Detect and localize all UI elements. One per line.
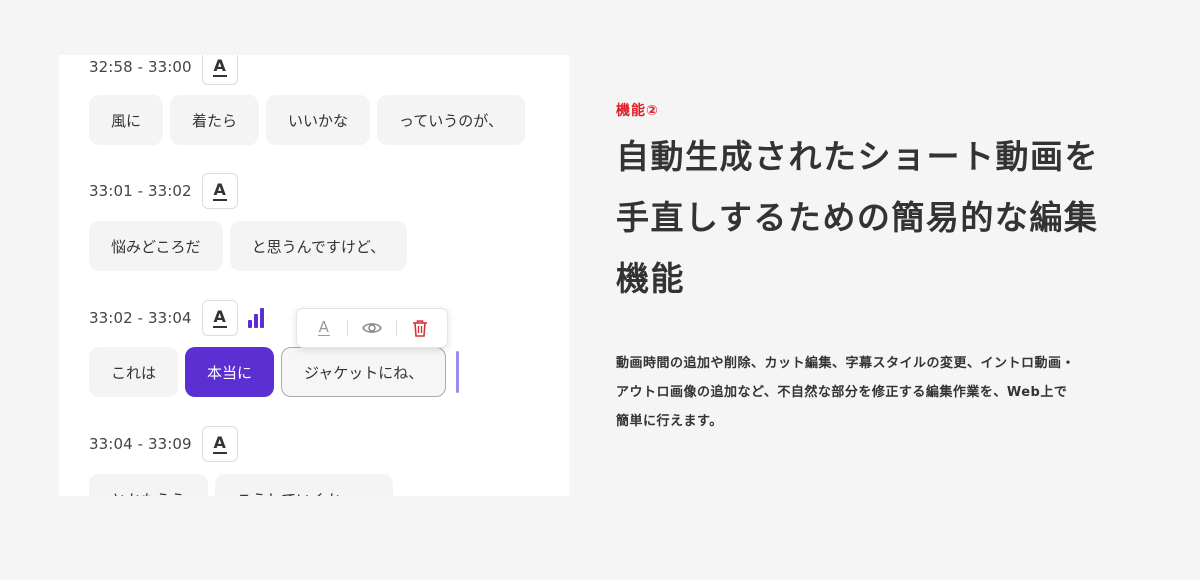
word-chip[interactable]: 風に <box>89 95 164 145</box>
word-chip[interactable]: 悩みどころだ <box>89 221 223 271</box>
text-style-icon: A <box>212 306 227 328</box>
text-style-icon: A <box>212 55 227 77</box>
word-chip[interactable]: とかもうう <box>89 474 208 496</box>
word-chip[interactable]: と思うんですけど、 <box>229 221 408 271</box>
audio-level-icon <box>247 308 264 328</box>
text-style-icon: A <box>212 432 227 454</box>
eye-icon <box>362 323 382 333</box>
body-line: アウトロ画像の追加など、不自然な部分を修正する編集作業を、Web上で <box>616 385 1068 400</box>
word-chip[interactable]: こうしていくか、… <box>214 474 393 496</box>
text-style-toolbar-button[interactable]: A <box>306 313 342 343</box>
subtitle-editor-panel: 32:58 - 33:00 A 風に 着たら いいかな っていうのが、 33:0… <box>59 55 569 496</box>
word-chip[interactable]: いいかな <box>266 95 371 145</box>
subtitle-segment: 32:58 - 33:00 A 風に 着たら いいかな っていうのが、 <box>89 55 549 145</box>
subtitle-segment: 33:04 - 33:09 A とかもうう こうしていくか、… <box>89 426 549 496</box>
segment-time-range: 33:04 - 33:09 <box>89 435 192 453</box>
headline-line: 自動生成されたショート動画を <box>616 137 1099 176</box>
feature-tag: 機能② <box>616 103 659 119</box>
delete-button[interactable] <box>402 313 438 343</box>
body-line: 動画時間の追加や削除、カット編集、字幕スタイルの変更、イントロ動画・ <box>616 356 1076 371</box>
headline-line: 手直しするための簡易的な編集 <box>616 198 1099 237</box>
text-style-button[interactable]: A <box>201 426 238 462</box>
word-chip[interactable]: っていうのが、 <box>377 95 525 145</box>
word-chip[interactable]: 着たら <box>170 95 260 145</box>
segment-time-range: 33:02 - 33:04 <box>89 309 192 327</box>
word-chip-editing[interactable]: ジャケットにね、 <box>281 347 447 397</box>
body-line: 簡単に行えます。 <box>616 414 723 429</box>
segment-time-range: 33:01 - 33:02 <box>89 182 192 200</box>
text-style-icon: A <box>212 179 227 201</box>
text-cursor <box>456 351 460 393</box>
feature-description: 機能② 自動生成されたショート動画を 手直しするための簡易的な編集 機能 動画時… <box>616 100 1136 436</box>
text-style-button[interactable]: A <box>201 173 238 209</box>
subtitle-segment: 33:01 - 33:02 A 悩みどころだ と思うんですけど、 <box>89 173 549 271</box>
text-style-button[interactable]: A <box>201 300 238 336</box>
word-edit-toolbar: A <box>296 308 448 348</box>
trash-icon <box>413 320 428 337</box>
feature-body: 動画時間の追加や削除、カット編集、字幕スタイルの変更、イントロ動画・ アウトロ画… <box>616 349 1136 436</box>
word-chip[interactable]: これは <box>89 347 179 397</box>
text-style-icon: A <box>317 318 330 336</box>
word-chip-selected[interactable]: 本当に <box>185 347 275 397</box>
feature-headline: 自動生成されたショート動画を 手直しするための簡易的な編集 機能 <box>616 126 1136 309</box>
visibility-button[interactable] <box>354 313 390 343</box>
segment-time-range: 32:58 - 33:00 <box>89 58 192 76</box>
text-style-button[interactable]: A <box>201 55 238 85</box>
divider <box>347 320 349 336</box>
divider <box>395 320 397 336</box>
headline-line: 機能 <box>616 259 685 298</box>
